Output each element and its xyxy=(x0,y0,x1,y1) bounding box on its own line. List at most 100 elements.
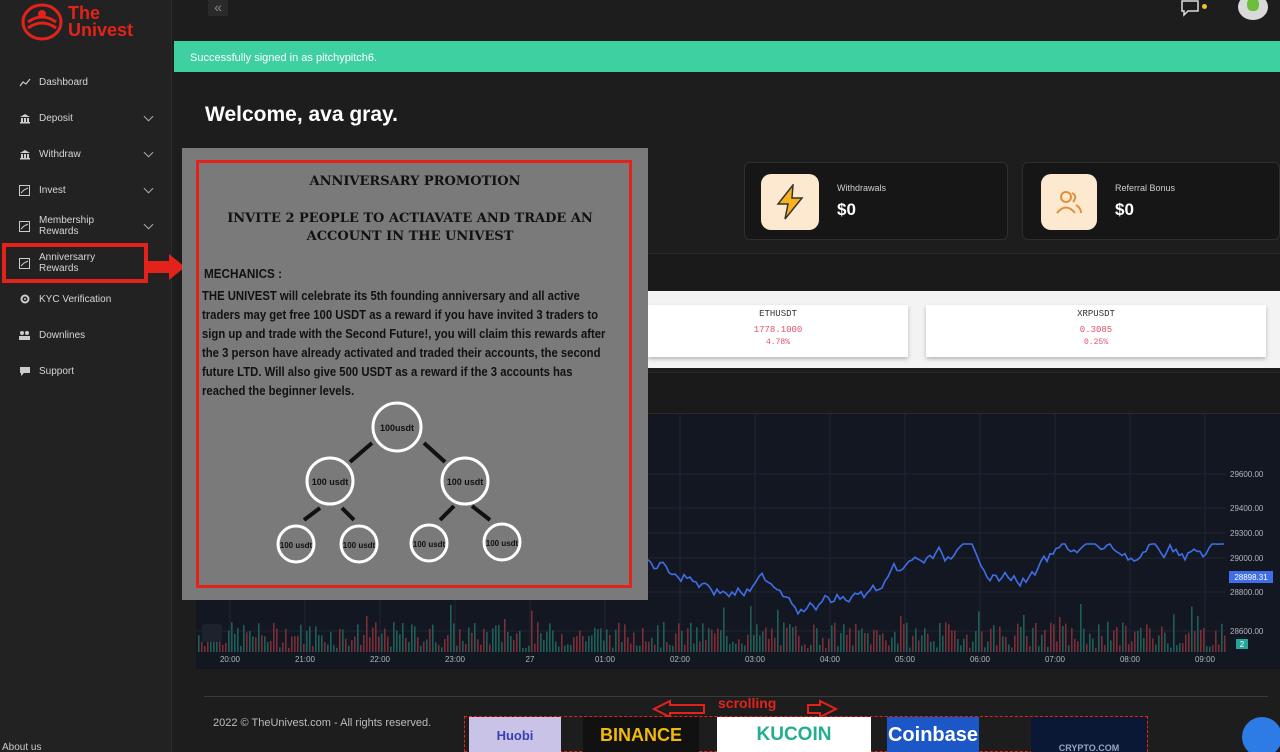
volume-bar xyxy=(897,643,899,652)
volume-bar xyxy=(459,629,461,652)
volume-bar xyxy=(855,623,857,652)
volume-bar xyxy=(1209,646,1211,652)
ticker-card[interactable]: XRPUSDT 0.3085 0.25% xyxy=(926,305,1266,357)
partner-logo: Huobi xyxy=(469,717,561,752)
notification-dot xyxy=(1202,4,1207,9)
price-line xyxy=(647,542,1224,616)
chevron-down-icon xyxy=(143,111,154,122)
sidebar-item-invest[interactable]: Invest xyxy=(0,172,172,208)
volume-bar xyxy=(543,639,545,652)
volume-bar xyxy=(276,628,278,652)
volume-bar xyxy=(918,640,920,652)
sidebar-item-downlines[interactable]: Downlines xyxy=(0,317,172,353)
volume-bar xyxy=(498,624,500,652)
volume-bar xyxy=(828,638,830,652)
volume-bar xyxy=(981,631,983,652)
volume-bar xyxy=(816,628,818,652)
collapse-sidebar-button[interactable]: « xyxy=(208,0,228,16)
volume-bar xyxy=(315,626,317,652)
volume-bar xyxy=(1107,621,1109,652)
volume-bar xyxy=(279,647,281,652)
volume-bar xyxy=(933,641,935,652)
volume-bar xyxy=(1065,623,1067,652)
volume-bar xyxy=(1095,647,1097,652)
tree-node-label: 100 usdt xyxy=(447,477,484,487)
volume-bar xyxy=(807,647,809,652)
volume-bar xyxy=(717,628,719,652)
partners-strip[interactable]: Huobi BINANCE KUCOIN Coinbase CRYPTO.COM xyxy=(464,716,1148,752)
sidebar-item-deposit[interactable]: Deposit xyxy=(0,100,172,136)
volume-bar xyxy=(792,627,794,652)
volume-bar xyxy=(909,647,911,652)
volume-bar xyxy=(1218,644,1220,652)
ticker-card[interactable]: ETHUSDT 1778.1000 4.78% xyxy=(648,305,908,357)
sidebar-item-dashboard[interactable]: Dashboard xyxy=(0,64,172,100)
volume-bar xyxy=(273,622,275,652)
volume-bar xyxy=(360,644,362,652)
volume-bar xyxy=(954,630,956,652)
volume-bar xyxy=(1023,614,1025,652)
volume-bar xyxy=(1212,645,1214,652)
volume-bar xyxy=(795,626,797,652)
volume-bar xyxy=(516,633,518,652)
volume-bar xyxy=(834,622,836,652)
volume-bar xyxy=(1050,622,1052,652)
volume-bar xyxy=(1173,614,1175,652)
volume-bar xyxy=(483,628,485,652)
volume-bar xyxy=(237,627,239,652)
volume-bar xyxy=(351,640,353,652)
volume-bar xyxy=(426,639,428,652)
volume-bar xyxy=(582,635,584,652)
volume-bar xyxy=(1224,635,1226,652)
volume-bar xyxy=(957,638,959,652)
sidebar-item-withdraw[interactable]: Withdraw xyxy=(0,136,172,172)
volume-bar xyxy=(318,635,320,652)
volume-bar xyxy=(879,634,881,652)
volume-bar xyxy=(528,645,530,652)
volume-bar xyxy=(534,643,536,652)
volume-bar xyxy=(903,623,905,652)
volume-bar xyxy=(411,624,413,652)
page-title: Welcome, ava gray. xyxy=(205,103,398,126)
tree-node-label: 100 usdt xyxy=(312,477,349,487)
x-tick-label: 09:00 xyxy=(1195,655,1216,664)
sidebar-item-kyc-verification[interactable]: KYC Verification xyxy=(0,281,172,317)
volume-bar xyxy=(213,641,215,652)
sidebar-item-label: KYC Verification xyxy=(39,293,112,305)
volume-bar xyxy=(438,644,440,652)
bank-icon xyxy=(18,148,31,160)
volume-bar xyxy=(810,644,812,652)
volume-bar xyxy=(615,629,617,652)
brand-logo[interactable]: The Univest xyxy=(20,2,133,42)
volume-bar xyxy=(495,625,497,652)
volume-bar xyxy=(888,645,890,652)
volume-bar xyxy=(1125,625,1127,652)
volume-bar xyxy=(198,635,200,652)
volume-bar xyxy=(936,647,938,652)
volume-bar xyxy=(654,644,656,652)
about-us-link[interactable]: About us xyxy=(2,742,41,752)
volume-bar xyxy=(312,645,314,652)
volume-bar xyxy=(1188,632,1190,652)
volume-bar xyxy=(867,633,869,652)
volume-bar xyxy=(801,645,803,652)
volume-bar xyxy=(657,625,659,652)
sidebar-item-membership-rewards[interactable]: Membership Rewards xyxy=(0,208,172,244)
volume-bar xyxy=(1146,624,1148,652)
volume-bar xyxy=(996,645,998,652)
sidebar-item-support[interactable]: Support xyxy=(0,353,172,389)
volume-bar xyxy=(303,643,305,652)
volume-bar xyxy=(228,630,230,652)
volume-bar xyxy=(531,610,533,652)
volume-bar xyxy=(345,638,347,652)
messages-icon[interactable] xyxy=(1180,0,1202,18)
sidebar-item-label: Downlines xyxy=(39,329,86,341)
avatar[interactable] xyxy=(1238,0,1268,20)
volume-bar xyxy=(789,624,791,652)
volume-bar xyxy=(249,631,251,652)
volume-bar xyxy=(1041,634,1043,652)
live-chat-button[interactable] xyxy=(1242,717,1280,752)
volume-bar xyxy=(225,643,227,652)
volume-bar xyxy=(675,633,677,652)
volume-bar xyxy=(525,647,527,652)
